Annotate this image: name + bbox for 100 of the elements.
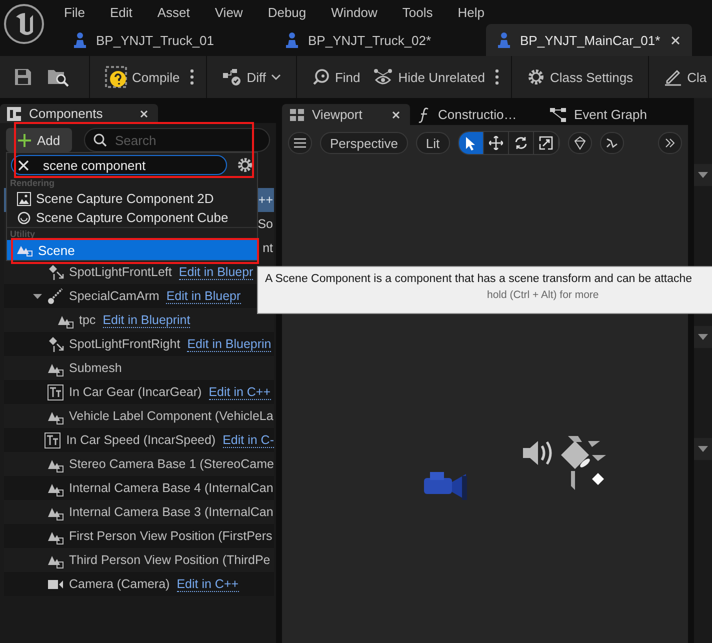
search-icon [312,68,330,86]
menu-button[interactable] [288,132,312,154]
text-render-icon [47,384,64,400]
component-name[interactable]: In Car Gear (IncarGear) [69,385,202,399]
caret-icon [270,74,281,80]
component-panel-icon [7,106,21,120]
component-name[interactable]: Stereo Camera Base 1 (StereoCame [69,457,274,471]
folder-search-icon[interactable] [47,67,69,87]
document-tab[interactable]: BP_YNJT_Truck_01 [62,24,274,56]
menu-item[interactable]: Edit [110,4,132,20]
search-field[interactable]: Search [84,128,270,152]
collapse-arrow-icon[interactable] [698,172,708,178]
component-search-field[interactable]: scene component [11,155,227,175]
component-name[interactable]: Submesh [69,361,122,375]
close-icon[interactable] [671,36,680,44]
spotlight-icon [47,336,64,352]
camera-speed-button[interactable] [568,132,592,154]
menu-item[interactable]: Debug [268,4,306,20]
component-type-item[interactable]: Scene Capture Component 2D [7,189,257,208]
tooltip-hint: hold (Ctrl + Alt) for more [486,289,600,301]
speaker-icon [522,439,554,467]
details-row[interactable] [694,326,712,348]
compile-button[interactable]: Compile [102,66,183,88]
function-icon [418,106,430,122]
edit-link[interactable]: Edit in Bluepr [166,288,241,304]
more-options-icon[interactable] [494,69,499,85]
pyramid-icon [572,136,587,150]
more-options-icon[interactable] [190,69,194,85]
component-name[interactable]: tpc [79,313,96,327]
component-name[interactable]: Internal Camera Base 3 (InternalCan [69,505,274,519]
node-graph-icon [550,108,566,122]
document-tab[interactable]: BP_YNJT_Truck_02* [274,24,486,56]
class-defaults-button[interactable]: Cla [661,68,710,86]
save-icon[interactable] [14,68,32,86]
class-settings-button[interactable]: Class Settings [524,68,636,86]
pawn-icon [286,32,298,48]
edit-link[interactable]: Edit in Blueprin [187,336,272,352]
edit-link[interactable]: Edit in Bluepr [178,264,254,280]
menu-item[interactable]: View [214,4,243,20]
component-name[interactable]: Camera (Camera) [69,577,170,591]
cursor-icon [464,136,477,150]
component-type-item[interactable]: Scene Capture Component Cube [7,208,257,227]
details-row[interactable] [694,164,712,186]
component-name[interactable]: Third Person View Position (ThirdPe [69,553,270,567]
component-name[interactable]: SpecialCamArm [69,289,160,303]
edit-link[interactable]: Edit in C++ [208,384,271,400]
edit-link[interactable]: Edit in C- [222,432,274,448]
pencil-icon [664,68,682,86]
text-render-icon [44,432,62,448]
edit-link[interactable]: Edit in C++ [176,576,239,592]
component-type-item[interactable]: Scene [7,240,257,260]
editor-tab[interactable]: Viewport [282,104,410,125]
close-icon[interactable] [140,110,148,118]
document-tab[interactable]: BP_YNJT_MainCar_01* [486,24,692,56]
perspective-button[interactable]: Perspective [320,132,408,154]
find-button[interactable]: Find [308,68,364,86]
menu-icon [294,138,306,148]
add-button[interactable]: Add [6,128,72,152]
double-chevron-icon [665,138,675,148]
component-name[interactable]: In Car Speed (IncarSpeed) [66,433,216,447]
edit-link[interactable]: Edit in Blueprint [102,312,190,328]
search-icon [93,133,107,147]
expand-arrow-icon[interactable] [33,292,42,300]
collapse-arrow-icon[interactable] [698,334,708,340]
menu-item[interactable]: File [64,4,85,20]
spotlight-icon [47,264,64,280]
menu-item[interactable]: Tools [402,4,433,20]
snap-button[interactable] [600,132,624,154]
engine-logo-icon[interactable] [3,3,45,45]
component-name[interactable]: SpotLightFrontRight [69,337,180,351]
snap-icon [604,136,619,150]
lit-button[interactable]: Lit [416,132,450,154]
question-mark-icon [105,66,127,88]
more-button[interactable] [658,132,682,154]
pawn-icon [74,32,86,48]
editor-tab[interactable]: Event Graph [542,104,674,125]
diff-icon [222,68,242,86]
scale-icon [538,136,553,150]
sphere-icon [17,210,31,224]
eye-nodes-icon [373,68,394,86]
picture-icon [17,192,31,206]
select-tool[interactable] [458,132,484,154]
diff-button[interactable]: Diff [218,68,284,86]
close-icon[interactable] [392,110,400,118]
panel-tab[interactable]: Components [0,104,158,123]
editor-tab[interactable]: Constructio… [410,104,542,125]
menu-item[interactable]: Window [331,4,378,20]
menu-item[interactable]: Help [458,4,484,20]
spring-arm-icon [47,288,64,304]
component-name[interactable]: SpotLightFrontLeft [69,265,172,279]
details-row[interactable] [694,438,712,460]
grid-icon [290,108,304,120]
hide-unrelated-button[interactable]: Hide Unrelated [370,68,488,86]
collapse-arrow-icon[interactable] [698,446,708,452]
component-name[interactable]: Vehicle Label Component (VehicleLa [69,409,274,423]
pawn-icon [498,32,510,48]
settings-icon[interactable] [237,157,253,173]
clear-icon[interactable] [18,160,29,170]
menu-item[interactable]: Asset [157,4,190,20]
move-arrows-icon [488,136,503,150]
